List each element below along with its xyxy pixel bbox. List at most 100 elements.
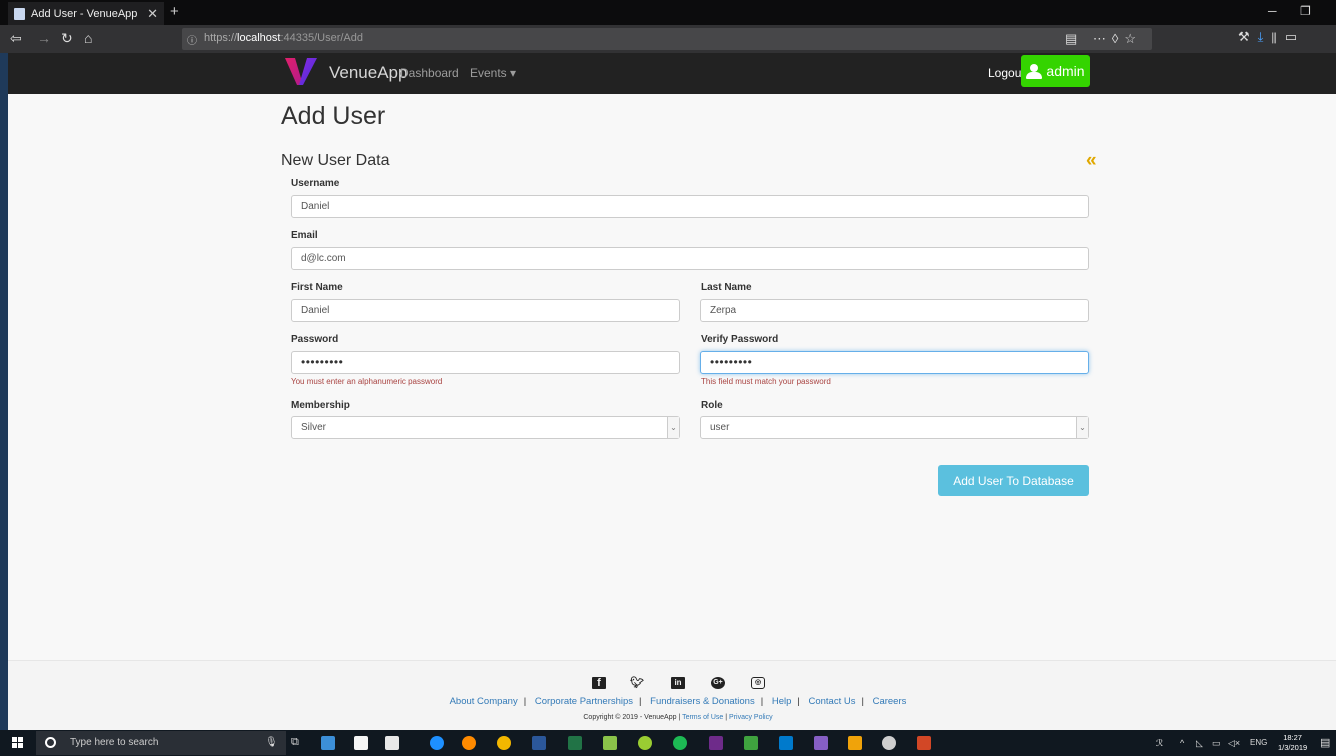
tray-chevron-icon[interactable]: ^	[1180, 738, 1184, 748]
username-input[interactable]: Daniel	[291, 195, 1089, 218]
network-icon[interactable]: ◺	[1196, 738, 1203, 749]
volume-icon[interactable]: ◁×	[1228, 738, 1240, 749]
nav-events-dropdown[interactable]: Events ▾	[470, 66, 516, 80]
screen: Add User - VenueApp ✕ + ─ ❐ ⇦ → ↻ ⌂ ⓘ ht…	[0, 0, 1336, 756]
people-icon[interactable]: ℛ	[1156, 738, 1163, 749]
vscode-icon[interactable]	[779, 736, 793, 750]
reload-icon[interactable]: ↻	[61, 30, 73, 47]
home-icon[interactable]: ⌂	[84, 30, 92, 46]
footer-link-about[interactable]: About Company	[450, 696, 518, 707]
footer-link-careers[interactable]: Careers	[873, 696, 907, 707]
google-plus-icon[interactable]: G+	[711, 677, 725, 689]
windows-taskbar: Type here to search 🎙︎ ⧉ ℛ ^ ◺ ▭ ◁× ENG …	[0, 730, 1336, 756]
page-title: Add User	[281, 102, 386, 130]
task-view-icon[interactable]: ⧉	[291, 736, 299, 749]
first-name-value: Daniel	[301, 305, 330, 316]
last-name-value: Zerpa	[710, 305, 737, 316]
footer-link-partnerships[interactable]: Corporate Partnerships	[535, 696, 633, 707]
last-name-input[interactable]: Zerpa	[700, 299, 1089, 322]
privacy-link[interactable]: Privacy Policy	[729, 714, 773, 721]
app-icon[interactable]	[744, 736, 758, 750]
visual-studio-icon[interactable]	[814, 736, 828, 750]
footer-link-help[interactable]: Help	[772, 696, 792, 707]
facebook-icon[interactable]: f	[592, 677, 606, 689]
footer-link-contact[interactable]: Contact Us	[808, 696, 855, 707]
slack-icon[interactable]	[709, 736, 723, 750]
firefox-icon[interactable]	[462, 736, 476, 750]
main-content: Add User New User Data « Username Daniel…	[8, 94, 1336, 730]
venueapp-logo-icon[interactable]	[283, 55, 319, 89]
download-icon[interactable]: ⤓	[1258, 29, 1272, 44]
close-tab-icon[interactable]: ✕	[147, 6, 158, 22]
app-icon[interactable]	[882, 736, 896, 750]
url-bar[interactable]: ⓘ https://localhost:44335/User/Add ▤ ⋯◊☆	[182, 28, 1152, 50]
bookmark-icon[interactable]: ☆	[1124, 31, 1142, 46]
wrench-icon[interactable]: ⚒	[1238, 29, 1258, 44]
word-icon[interactable]	[532, 736, 546, 750]
footer-link-fundraisers[interactable]: Fundraisers & Donations	[650, 696, 755, 707]
role-label: Role	[701, 400, 723, 411]
info-icon[interactable]: ⓘ	[187, 32, 197, 47]
membership-select[interactable]: Silver ⌄	[291, 416, 680, 439]
library-icon[interactable]: ⫴	[1271, 29, 1284, 44]
role-value: user	[710, 422, 730, 433]
double-chevron-left-icon[interactable]: «	[1086, 150, 1096, 172]
role-select[interactable]: user ⌄	[700, 416, 1089, 439]
language-indicator[interactable]: ENG	[1250, 738, 1267, 747]
back-arrow-icon[interactable]: ⇦	[10, 30, 22, 47]
microphone-icon[interactable]: 🎙︎	[265, 737, 278, 748]
twitter-icon[interactable]: 🐦︎	[630, 677, 644, 689]
windows-start-icon[interactable]	[12, 737, 23, 748]
app-icon[interactable]	[848, 736, 862, 750]
linkedin-icon[interactable]: in	[671, 677, 685, 689]
toolbar-icons: ⚒⤓⫴▭	[1238, 29, 1305, 45]
restore-icon[interactable]: ❐	[1300, 4, 1311, 18]
minimize-icon[interactable]: ─	[1268, 4, 1277, 18]
instagram-icon[interactable]: ◎	[751, 677, 765, 689]
app-icon[interactable]	[638, 736, 652, 750]
brand-name[interactable]: VenueApp	[329, 63, 407, 83]
taskbar-search[interactable]: Type here to search	[36, 731, 286, 755]
reader-icon[interactable]: ▤	[1065, 31, 1083, 46]
verify-password-input[interactable]: •••••••••	[700, 351, 1089, 374]
edge-icon[interactable]	[430, 736, 444, 750]
username-label: Username	[291, 178, 340, 189]
copyright: Copyright © 2019 - VenueApp | Terms of U…	[583, 714, 773, 721]
battery-icon[interactable]: ▭	[1212, 738, 1221, 749]
more-icon[interactable]: ⋯	[1093, 31, 1112, 46]
password-value: •••••••••	[301, 355, 344, 369]
url-bar-actions: ▤ ⋯◊☆	[1065, 31, 1142, 47]
app-icon[interactable]	[603, 736, 617, 750]
first-name-input[interactable]: Daniel	[291, 299, 680, 322]
powerpoint-icon[interactable]	[917, 736, 931, 750]
last-name-label: Last Name	[701, 282, 752, 293]
forward-arrow-icon[interactable]: →	[37, 30, 51, 46]
mail-icon[interactable]	[385, 736, 399, 750]
sidebar-icon[interactable]: ▭	[1285, 29, 1305, 44]
new-tab-icon[interactable]: +	[170, 3, 179, 20]
membership-label: Membership	[291, 400, 350, 411]
spotify-icon[interactable]	[673, 736, 687, 750]
logout-link[interactable]: Logout	[988, 66, 1025, 80]
footer: f 🐦︎ in G+ ◎ About Company | Corporate Pa…	[8, 660, 1336, 730]
terms-link[interactable]: Terms of Use	[682, 714, 723, 721]
add-user-button[interactable]: Add User To Database	[938, 465, 1089, 496]
nav-dashboard[interactable]: Dashboard	[400, 66, 459, 80]
file-explorer-icon[interactable]	[321, 736, 335, 750]
chrome-icon[interactable]	[497, 736, 511, 750]
clock[interactable]: 18:27 1/3/2019	[1278, 733, 1307, 753]
notifications-icon[interactable]: ▤	[1320, 736, 1330, 749]
pocket-icon[interactable]: ◊	[1112, 31, 1124, 46]
store-icon[interactable]	[354, 736, 368, 750]
email-input[interactable]: d@lc.com	[291, 247, 1089, 270]
password-error: You must enter an alphanumeric password	[291, 377, 443, 386]
app-navbar: VenueApp Dashboard Events ▾ Logout admin	[8, 53, 1336, 94]
footer-links: About Company | Corporate Partnerships | F…	[449, 696, 907, 707]
password-input[interactable]: •••••••••	[291, 351, 680, 374]
admin-button[interactable]: admin	[1021, 55, 1090, 87]
browser-tab[interactable]: Add User - VenueApp ✕	[8, 2, 164, 25]
desktop-edge	[0, 0, 8, 730]
admin-label: admin	[1046, 63, 1085, 79]
verify-password-value: •••••••••	[710, 355, 753, 369]
excel-icon[interactable]	[568, 736, 582, 750]
